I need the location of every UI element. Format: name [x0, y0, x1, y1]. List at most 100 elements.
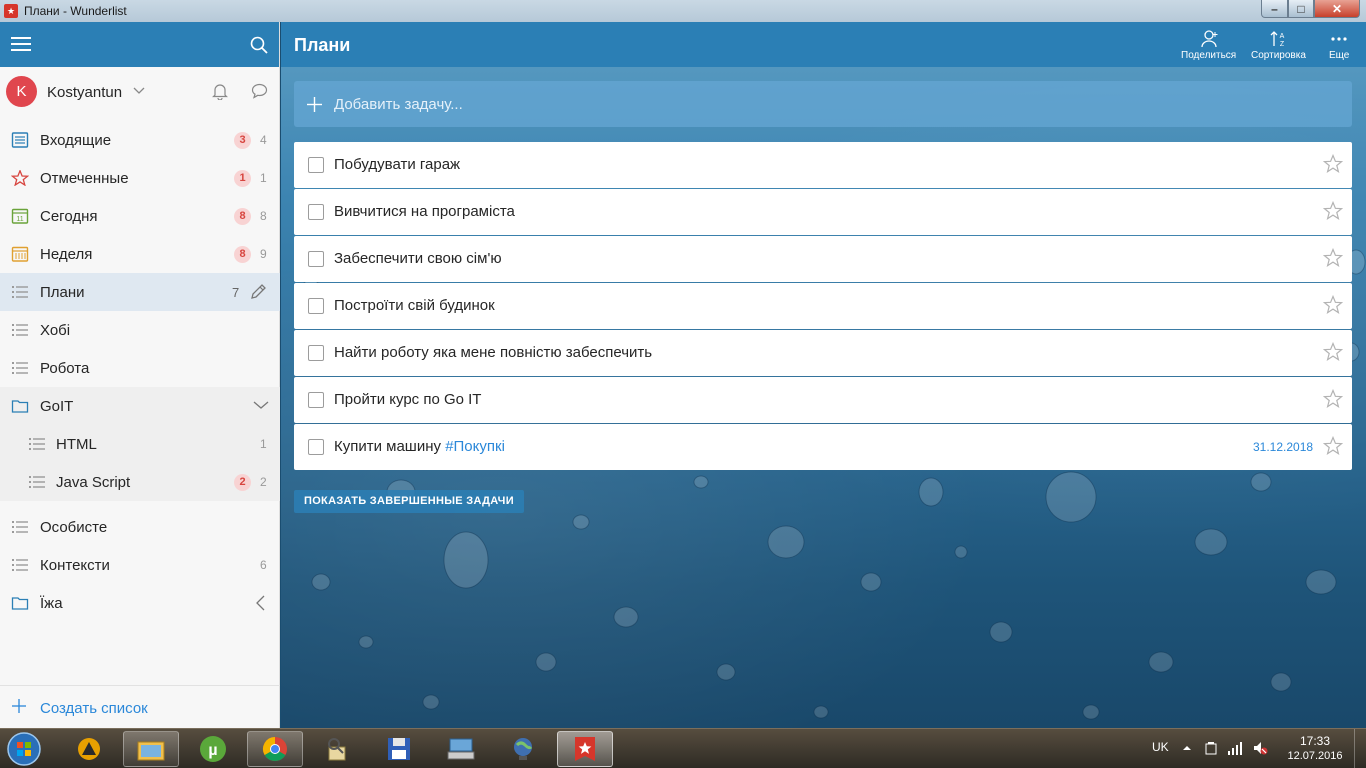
task-row[interactable]: Построїти свій будинок: [294, 283, 1352, 329]
sidebar-item-label: Неделя: [40, 246, 93, 263]
task-row[interactable]: Купити машину #Покупкі 31.12.2018: [294, 424, 1352, 470]
svg-text:A: A: [1280, 33, 1285, 40]
maximize-button[interactable]: □: [1288, 0, 1314, 18]
sidebar-item-today[interactable]: 11 Сегодня 8 8: [0, 197, 280, 235]
add-task-placeholder: Добавить задачу...: [334, 96, 463, 113]
task-list-panel: Плани Поделиться AZ Сортировка Еще Добав…: [281, 22, 1366, 728]
item-count: 4: [260, 133, 267, 147]
task-row[interactable]: Найти роботу яка мене повністю забеспечи…: [294, 330, 1352, 376]
list-icon: [12, 324, 28, 336]
taskbar-utorrent[interactable]: µ: [185, 731, 241, 767]
list-icon: [12, 521, 28, 533]
sidebar-item-week[interactable]: Неделя 8 9: [0, 235, 280, 273]
taskbar-network-app[interactable]: [495, 731, 551, 767]
taskbar-wunderlist[interactable]: [557, 731, 613, 767]
taskbar-app-launcher[interactable]: [61, 731, 117, 767]
sidebar-item-label: Їжа: [40, 595, 63, 612]
folder-icon: [11, 597, 29, 610]
sidebar-item-starred[interactable]: Отмеченные 1 1: [0, 159, 280, 197]
sidebar-item-work[interactable]: Робота: [0, 349, 280, 387]
sidebar-item-inbox[interactable]: Входящие 3 4: [0, 121, 280, 159]
show-desktop-button[interactable]: [1354, 729, 1366, 768]
star-outline-icon[interactable]: [1323, 342, 1343, 362]
avatar[interactable]: K: [6, 76, 37, 107]
comment-icon[interactable]: [251, 83, 268, 99]
task-title[interactable]: Купити машину #Покупкі: [334, 438, 505, 455]
sidebar-item-javascript[interactable]: Java Script 2 2: [0, 463, 280, 501]
tray-expand-icon[interactable]: [1179, 740, 1195, 756]
close-button[interactable]: ✕: [1314, 0, 1360, 18]
taskbar-keyboard-app[interactable]: [433, 731, 489, 767]
task-checkbox[interactable]: [308, 345, 324, 361]
show-completed-button[interactable]: ПОКАЗАТЬ ЗАВЕРШЕННЫЕ ЗАДАЧИ: [294, 490, 524, 513]
sidebar-item-plany[interactable]: Плани 7: [0, 273, 280, 311]
search-icon[interactable]: [250, 36, 268, 54]
star-outline-icon[interactable]: [1323, 389, 1343, 409]
chevron-left-icon[interactable]: [253, 595, 269, 611]
item-count: 7: [232, 285, 240, 300]
battery-icon[interactable]: [1203, 740, 1219, 756]
more-button[interactable]: Еще: [1329, 28, 1349, 61]
keyboard-language[interactable]: UK: [1152, 740, 1169, 754]
star-icon: [11, 170, 29, 186]
sidebar-item-label: Хобі: [40, 322, 71, 339]
chevron-down-icon[interactable]: [253, 400, 269, 410]
bell-icon[interactable]: [212, 83, 228, 100]
task-title[interactable]: Вивчитися на програміста: [334, 203, 515, 220]
star-outline-icon[interactable]: [1323, 436, 1343, 456]
star-outline-icon[interactable]: [1323, 201, 1343, 221]
more-dots-icon: [1331, 37, 1347, 41]
task-checkbox[interactable]: [308, 157, 324, 173]
edit-pencil-icon[interactable]: [249, 283, 267, 301]
inbox-icon: [11, 132, 29, 148]
task-title[interactable]: Забеспечити свою сім'ю: [334, 250, 502, 267]
sidebar-folder-goit[interactable]: GoIT: [0, 387, 280, 425]
task-hashtag[interactable]: #Покупкі: [445, 438, 505, 455]
user-name[interactable]: Kostyantun: [47, 84, 122, 101]
task-checkbox[interactable]: [308, 251, 324, 267]
volume-muted-icon[interactable]: [1252, 740, 1268, 756]
task-checkbox[interactable]: [308, 298, 324, 314]
sidebar-item-contexts[interactable]: Контексти 6: [0, 546, 280, 584]
task-row[interactable]: Побудувати гараж: [294, 142, 1352, 188]
task-checkbox[interactable]: [308, 392, 324, 408]
task-title[interactable]: Пройти курс по Go IT: [334, 391, 481, 408]
share-button[interactable]: Поделиться: [1181, 28, 1236, 61]
task-title[interactable]: Построїти свій будинок: [334, 297, 495, 314]
star-outline-icon[interactable]: [1323, 248, 1343, 268]
sidebar-item-html[interactable]: HTML 1: [0, 425, 280, 463]
taskbar-chrome[interactable]: [247, 731, 303, 767]
create-list-button[interactable]: Создать список: [0, 685, 280, 728]
add-task-input[interactable]: Добавить задачу...: [294, 81, 1352, 127]
svg-text:µ: µ: [208, 742, 217, 759]
task-checkbox[interactable]: [308, 204, 324, 220]
menu-icon[interactable]: [11, 37, 31, 51]
task-title[interactable]: Побудувати гараж: [334, 156, 460, 173]
system-clock[interactable]: 17:33 12.07.2016: [1285, 734, 1345, 764]
item-count: 9: [260, 247, 267, 261]
task-checkbox[interactable]: [308, 439, 324, 455]
chevron-down-icon[interactable]: [133, 85, 145, 95]
taskbar-save-app[interactable]: [371, 731, 427, 767]
taskbar-tools[interactable]: [309, 731, 365, 767]
start-orb-icon[interactable]: [3, 730, 45, 768]
sidebar-item-personal[interactable]: Особисте: [0, 508, 280, 546]
task-row[interactable]: Забеспечити свою сім'ю: [294, 236, 1352, 282]
minimize-button[interactable]: –: [1261, 0, 1288, 18]
sort-button[interactable]: AZ Сортировка: [1251, 28, 1306, 61]
wunderlist-icon: [575, 737, 595, 761]
taskbar-explorer[interactable]: [123, 731, 179, 767]
task-title[interactable]: Найти роботу яка мене повністю забеспечи…: [334, 344, 652, 361]
sidebar-item-hobby[interactable]: Хобі: [0, 311, 280, 349]
task-row[interactable]: Пройти курс по Go IT: [294, 377, 1352, 423]
star-outline-icon[interactable]: [1323, 295, 1343, 315]
calendar-week-icon: [11, 246, 29, 262]
sidebar-folder-food[interactable]: Їжа: [0, 584, 280, 622]
sidebar-lists: Входящие 3 4 Отмеченные 1 1 11 Сегодня 8…: [0, 121, 280, 622]
signal-icon[interactable]: [1227, 740, 1243, 756]
wunderlist-app-icon: ★: [4, 4, 18, 18]
overdue-badge: 1: [234, 170, 251, 187]
task-row[interactable]: Вивчитися на програміста: [294, 189, 1352, 235]
chrome-icon: [262, 737, 287, 762]
star-outline-icon[interactable]: [1323, 154, 1343, 174]
